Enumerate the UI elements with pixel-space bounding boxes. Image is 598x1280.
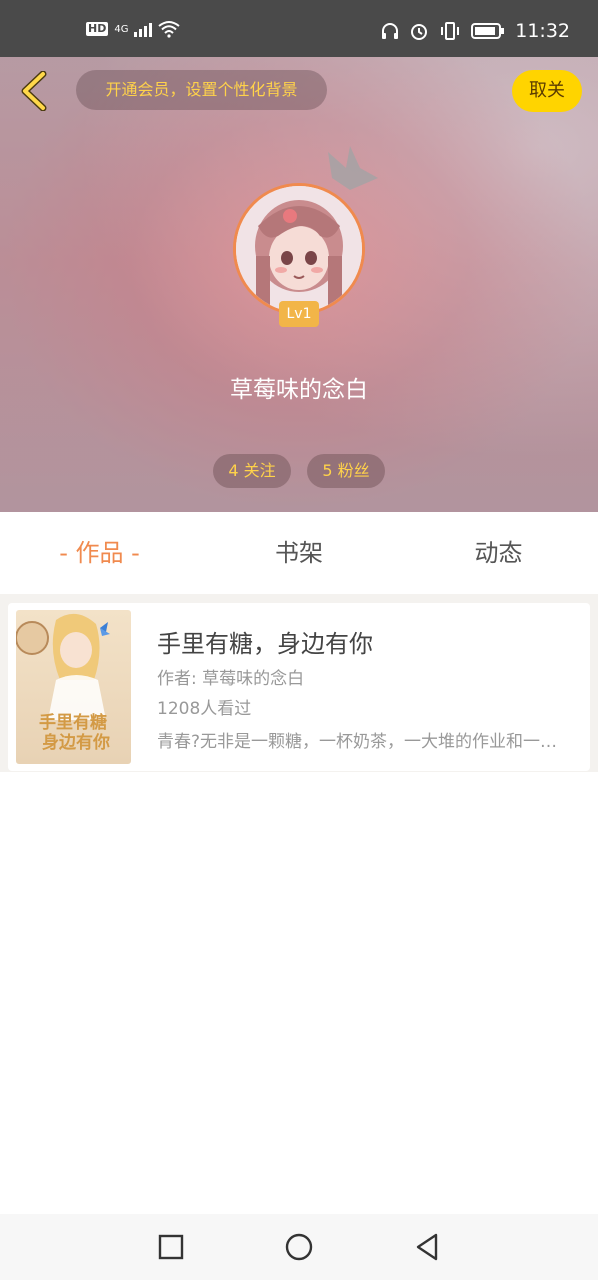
back-button[interactable] [16, 70, 52, 112]
headphones-icon [382, 23, 399, 39]
book-cover-image: 手里有糖 身边有你 [16, 610, 131, 764]
back-nav-icon[interactable] [412, 1232, 442, 1262]
following-count[interactable]: 4 关注 [213, 454, 291, 488]
hd-icon: HD [86, 22, 109, 36]
avatar-image [236, 186, 362, 312]
book-author: 作者: 草莓味的念白 [157, 669, 305, 689]
username: 草莓味的念白 [230, 377, 368, 403]
home-icon[interactable] [284, 1232, 314, 1262]
tab-works[interactable]: - 作品 - [0, 512, 199, 594]
status-left: HD 4G [86, 20, 181, 38]
tab-bookshelf[interactable]: 书架 [199, 512, 399, 594]
cover-title-line2: 身边有你 [42, 732, 110, 753]
profile-tabs: - 作品 - 书架 动态 [0, 512, 598, 595]
book-description: 青春?无非是一颗糖，一杯奶茶，一大堆的作业和一个你 [157, 732, 567, 752]
battery-icon [471, 23, 505, 39]
status-right: 11:32 [381, 20, 570, 42]
vibrate-icon [441, 22, 460, 40]
unfollow-button[interactable]: 取关 [512, 70, 582, 112]
tab-activity[interactable]: 动态 [399, 512, 598, 594]
level-badge: Lv1 [279, 301, 319, 327]
status-bar: HD 4G 11:32 [0, 0, 598, 57]
chevron-left-icon [21, 71, 47, 111]
avatar[interactable] [233, 183, 365, 315]
book-cover[interactable]: 手里有糖 身边有你 [16, 610, 131, 764]
clock: 11:32 [515, 20, 570, 42]
recent-apps-icon[interactable] [156, 1232, 186, 1262]
crown-icon [328, 146, 378, 190]
book-views: 1208人看过 [157, 699, 252, 719]
book-title[interactable]: 手里有糖，身边有你 [157, 624, 373, 659]
followers-count[interactable]: 5 粉丝 [307, 454, 385, 488]
cover-title-line1: 手里有糖 [39, 712, 107, 733]
signal-icon [134, 21, 153, 37]
network-type: 4G [114, 23, 129, 35]
alarm-icon [411, 24, 428, 40]
vip-background-banner[interactable]: 开通会员，设置个性化背景 [76, 70, 327, 110]
system-nav-bar [0, 1214, 598, 1280]
wifi-icon [158, 21, 181, 38]
